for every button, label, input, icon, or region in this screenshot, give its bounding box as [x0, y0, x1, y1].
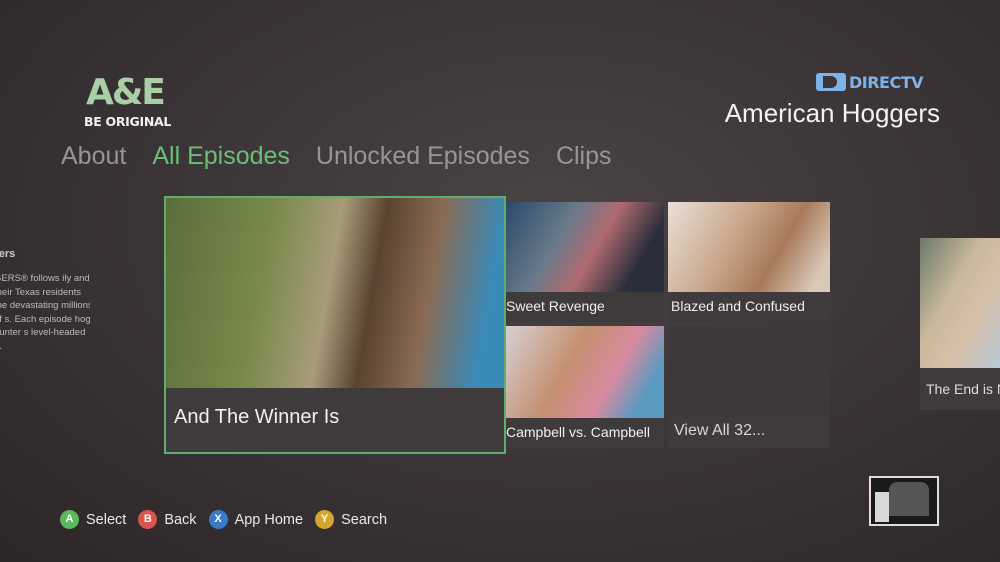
description-title: gers — [0, 248, 16, 260]
episode-thumbnail — [668, 202, 830, 294]
featured-episode-title: And The Winner Is — [166, 388, 504, 452]
episode-title: Campbell vs. Campbell — [506, 418, 664, 448]
episode-tile-campbell-vs-campbell[interactable]: Campbell vs. Campbell — [506, 326, 664, 448]
episode-tile-blazed-and-confused[interactable]: Blazed and Confused — [668, 202, 830, 322]
tab-all-episodes[interactable]: All Episodes — [152, 142, 290, 171]
directv-logo: DIRECTV — [816, 72, 924, 92]
hint-label: App Home — [234, 511, 304, 528]
featured-episode-thumbnail — [166, 198, 504, 388]
controller-hints: A Select B Back X App Home Y Search — [60, 510, 399, 529]
episode-tile-sweet-revenge[interactable]: Sweet Revenge — [506, 202, 664, 322]
y-button-icon: Y — [315, 510, 335, 529]
hint-label: Select — [86, 511, 127, 528]
hint-search[interactable]: Y Search — [315, 510, 387, 529]
hint-app-home[interactable]: X App Home — [208, 510, 304, 529]
episode-tile-next-partial[interactable]: The End is N — [920, 238, 1000, 410]
featured-episode-tile[interactable]: And The Winner Is — [164, 196, 506, 454]
hint-label: Back — [164, 511, 197, 528]
x-button-icon: X — [208, 510, 228, 529]
episode-thumbnail — [920, 238, 1000, 368]
kinect-silhouette — [889, 482, 929, 516]
a-button-icon: A — [60, 510, 79, 529]
kinect-camera-preview — [869, 476, 939, 526]
kinect-light — [875, 492, 889, 522]
episode-title: Blazed and Confused — [668, 292, 830, 322]
episode-title: Sweet Revenge — [506, 292, 664, 322]
show-description-partial: gers GERS® follows ily and their Texas r… — [0, 248, 90, 400]
ae-logo-mark: A&E — [86, 72, 166, 113]
directv-name: DIRECTV — [849, 72, 924, 92]
description-body: GERS® follows ily and their Texas reside… — [0, 273, 90, 352]
directv-icon — [816, 73, 846, 91]
hint-back[interactable]: B Back — [138, 510, 197, 529]
episode-title: The End is N — [920, 368, 1000, 410]
view-all-episodes-tile[interactable]: View All 32... — [668, 326, 830, 448]
ae-logo: A&E BE ORIGINAL — [84, 72, 171, 130]
show-title: American Hoggers — [724, 98, 940, 128]
tab-about[interactable]: About — [61, 142, 126, 171]
tab-clips[interactable]: Clips — [556, 142, 612, 171]
episode-thumbnail — [506, 326, 664, 418]
b-button-icon: B — [138, 510, 158, 529]
view-all-label: View All 32... — [668, 418, 830, 448]
hint-label: Search — [341, 511, 388, 528]
hint-select[interactable]: A Select — [60, 510, 126, 529]
tab-unlocked-episodes[interactable]: Unlocked Episodes — [316, 142, 530, 171]
ae-logo-tagline: BE ORIGINAL — [84, 114, 172, 129]
episode-thumbnail — [506, 202, 664, 294]
nav-tabs: About All Episodes Unlocked Episodes Cli… — [61, 142, 638, 171]
